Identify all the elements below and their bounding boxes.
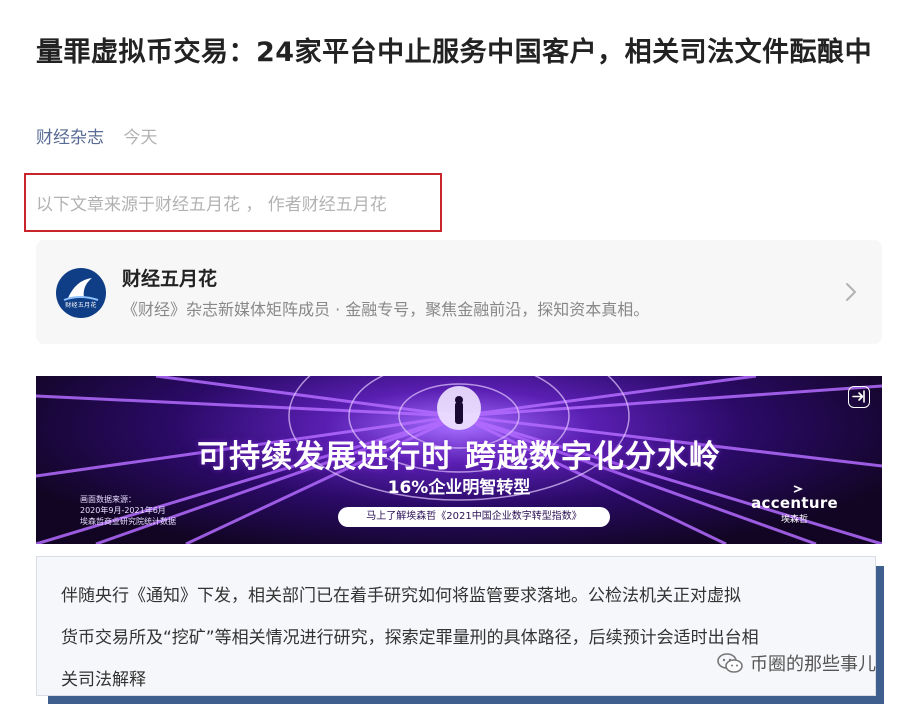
quote-line: 伴随央行《通知》下发，相关部门已在着手研究如何将监管要求落地。公检法机关正对虚拟 (61, 586, 741, 606)
brand-name-en: accenture (751, 494, 838, 512)
data-source-line: 2020年9月-2021年6月 (80, 506, 166, 515)
brand-name-zh: 埃森哲 (781, 515, 809, 525)
data-source-line: 画面数据来源： (80, 495, 136, 504)
article-title: 量罪虚拟币交易：24家平台中止服务中国客户，相关司法文件酝酿中 (36, 37, 873, 68)
publish-time: 今天 (123, 128, 158, 148)
banner-data-source: 画面数据来源： 2020年9月-2021年6月 埃森哲商业研究院统计数据 (80, 494, 176, 527)
exit-icon[interactable] (848, 386, 870, 408)
exit-arrow-icon (852, 390, 865, 403)
source-link[interactable]: 财经杂志 (36, 128, 104, 148)
avatar: 财经五月花 (56, 268, 106, 318)
data-source-line: 埃森哲商业研究院统计数据 (80, 517, 176, 526)
account-profile-card[interactable]: 财经五月花 财经五月花 《财经》杂志新媒体矩阵成员 · 金融专号，聚焦金融前沿，… (36, 240, 882, 344)
wechat-icon (717, 653, 743, 673)
source-note: 以下文章来源于财经五月花 ， 作者财经五月花 (36, 195, 387, 215)
watermark-text: 币圈的那些事儿 (750, 654, 876, 675)
accenture-logo: accenture 埃森哲 (751, 485, 838, 525)
banner-cta-button[interactable]: 马上了解埃森哲《2021中国企业数字转型指数》 (338, 507, 610, 527)
account-name: 财经五月花 (122, 268, 218, 290)
account-description: 《财经》杂志新媒体矩阵成员 · 金融专号，聚焦金融前沿，探知资本真相。 (122, 300, 650, 319)
avatar-label: 财经五月花 (65, 302, 97, 309)
watermark: 币圈的那些事儿 (716, 648, 876, 678)
chevron-right-icon (846, 283, 856, 301)
ad-banner[interactable]: 可持续发展进行时 跨越数字化分水岭 16%企业明智转型 马上了解埃森哲《2021… (36, 376, 882, 544)
article-meta: 财经杂志 今天 (36, 126, 157, 150)
sail-logo-icon (63, 278, 99, 301)
accenture-arrow-icon (793, 485, 803, 493)
banner-headline: 可持续发展进行时 跨越数字化分水岭 (197, 439, 721, 475)
